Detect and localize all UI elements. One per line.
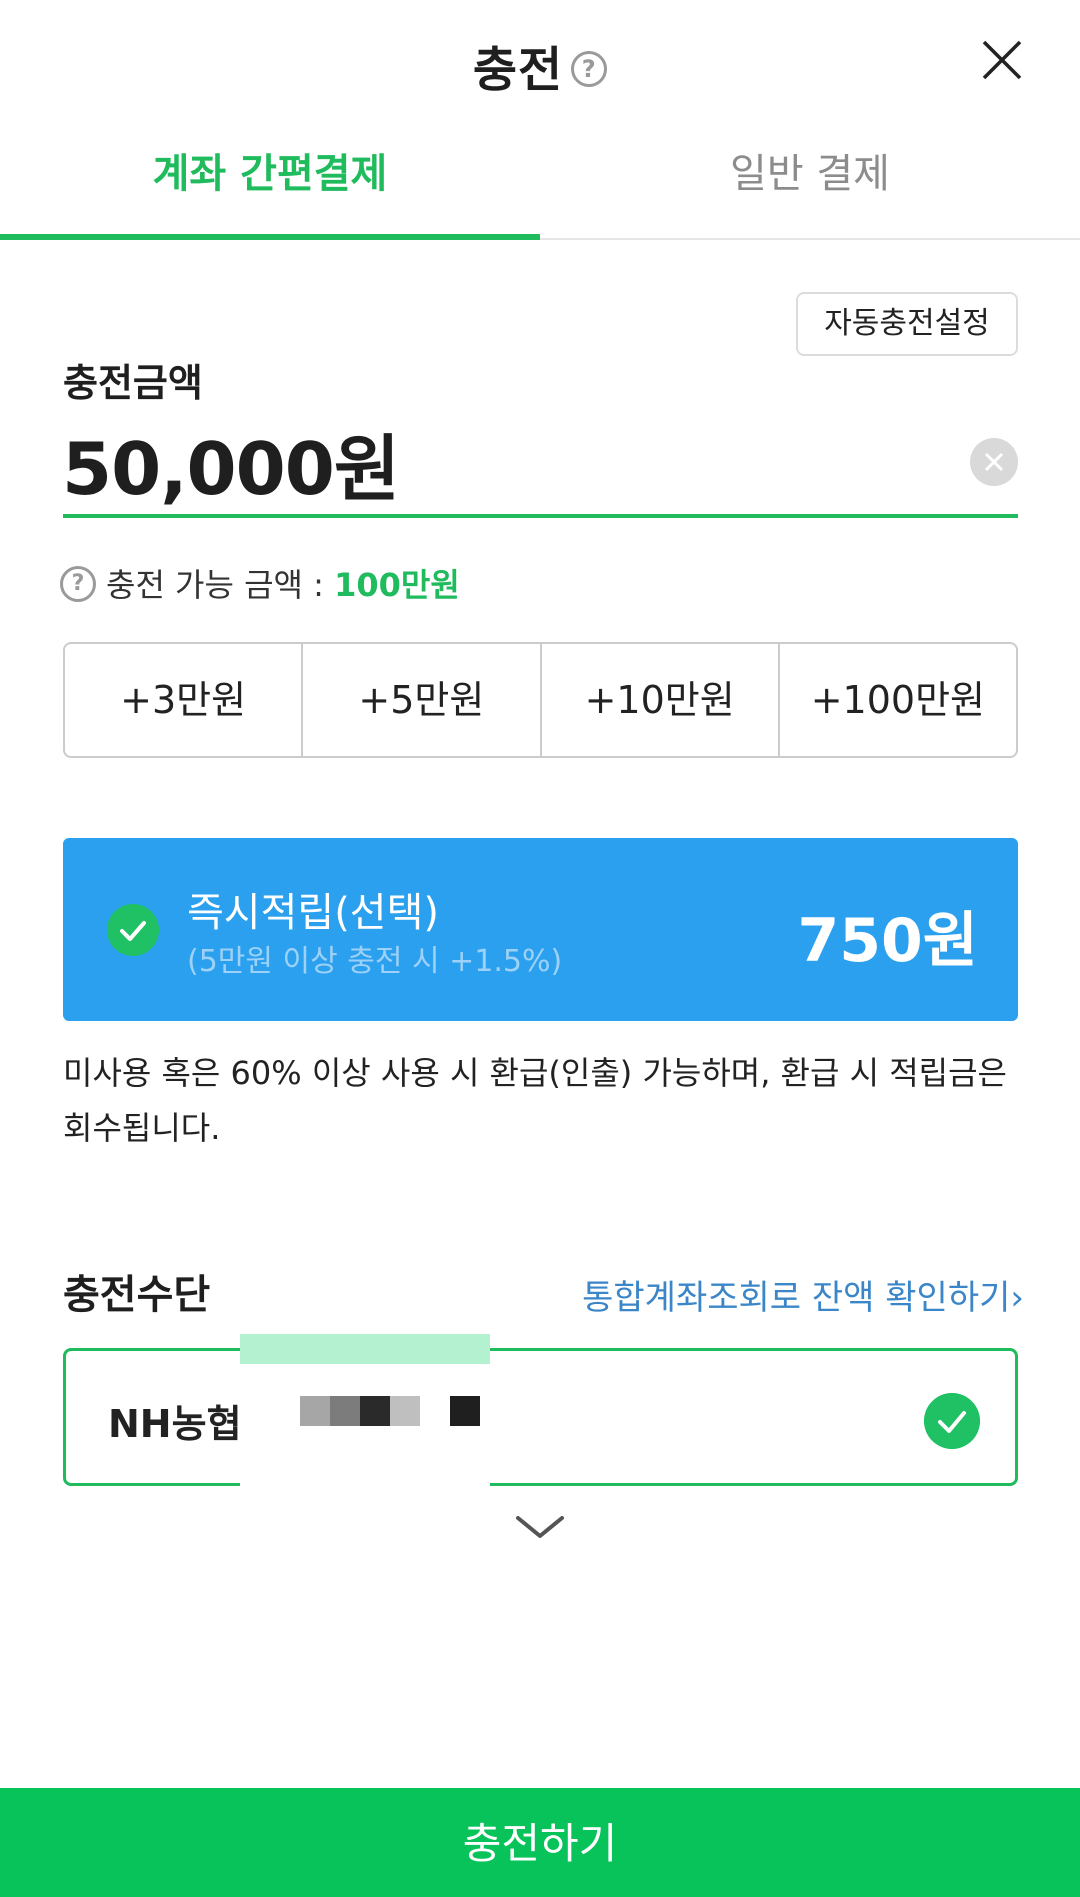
add-1000000-button[interactable]: +100만원 <box>780 644 1016 756</box>
redaction-block <box>360 1396 390 1426</box>
redaction-block <box>450 1396 480 1426</box>
charge-button[interactable]: 충전하기 <box>0 1788 1080 1897</box>
auto-charge-settings-button[interactable]: 자동충전설정 <box>796 292 1018 356</box>
check-icon[interactable] <box>107 904 159 956</box>
quick-amount-buttons: +3만원 +5만원 +10만원 +100만원 <box>63 642 1018 758</box>
close-icon[interactable] <box>980 38 1024 82</box>
refund-notice: 미사용 혹은 60% 이상 사용 시 환급(인출) 가능하며, 환급 시 적립금… <box>63 1054 1007 1147</box>
add-100000-button[interactable]: +10만원 <box>542 644 780 756</box>
redaction-block <box>390 1396 420 1426</box>
reward-amount: 750원 <box>797 906 978 976</box>
redaction-block <box>300 1396 330 1426</box>
reward-title: 즉시적립(선택) <box>187 890 440 936</box>
redaction-bar <box>240 1334 490 1364</box>
help-icon[interactable]: ? <box>60 566 96 602</box>
masked-account-number <box>240 1334 490 1504</box>
add-30000-button[interactable]: +3만원 <box>65 644 304 756</box>
chevron-right-icon: › <box>1010 1278 1024 1318</box>
tab-active-indicator <box>0 234 540 240</box>
instant-reward-card[interactable]: 즉시적립(선택) (5만원 이상 충전 시 +1.5%) 750원 <box>63 838 1018 1021</box>
payment-method-label: 충전수단 <box>63 1272 211 1318</box>
page-title-text: 충전 <box>472 42 564 98</box>
limit-prefix: 충전 가능 금액 : <box>106 566 335 604</box>
payment-method-selector[interactable]: NH농협 <box>63 1348 1018 1486</box>
chevron-down-icon[interactable] <box>514 1512 566 1542</box>
tab-account-easy-pay[interactable]: 계좌 간편결제 <box>0 128 540 240</box>
charge-limit-info: ? 충전 가능 금액 : 100만원 <box>60 560 460 606</box>
tab-general-payment[interactable]: 일반 결제 <box>540 128 1080 240</box>
reward-subtitle: (5만원 이상 충전 시 +1.5%) <box>187 944 563 979</box>
check-balance-link[interactable]: 통합계좌조회로 잔액 확인하기› <box>582 1270 1024 1319</box>
clear-amount-icon[interactable] <box>970 438 1018 486</box>
check-balance-link-text: 통합계좌조회로 잔액 확인하기 <box>582 1278 1011 1318</box>
redaction-block <box>330 1396 360 1426</box>
header: 충전? <box>0 0 1080 128</box>
selected-check-icon <box>924 1393 980 1449</box>
amount-underline <box>63 514 1018 518</box>
payment-tabs: 계좌 간편결제 일반 결제 <box>0 128 1080 240</box>
bank-name: NH농협 <box>108 1402 242 1446</box>
amount-label: 충전금액 <box>63 361 203 405</box>
add-50000-button[interactable]: +5만원 <box>303 644 542 756</box>
page-title: 충전? <box>0 30 1080 100</box>
amount-input[interactable]: 50,000원 <box>62 410 400 515</box>
help-icon[interactable]: ? <box>571 51 608 87</box>
limit-value: 100만원 <box>334 566 460 604</box>
